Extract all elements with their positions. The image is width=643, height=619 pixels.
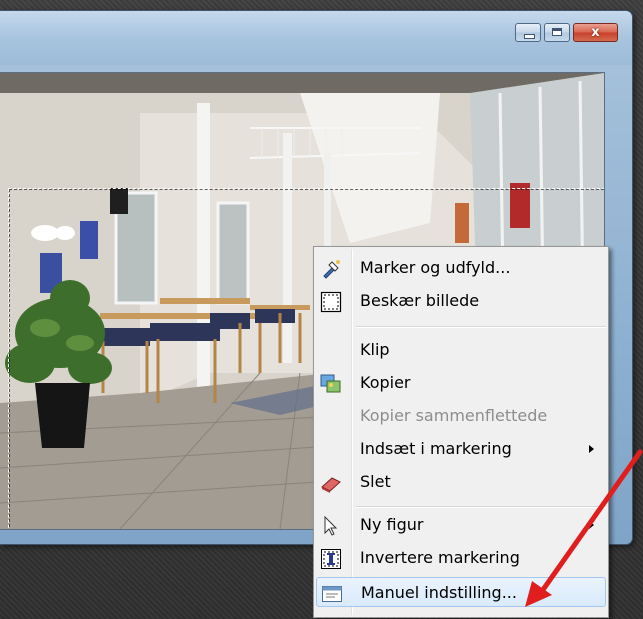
minimize-button[interactable]: [515, 23, 541, 42]
menu-separator: [356, 326, 606, 328]
menu-item-marker-og-udfyld[interactable]: Marker og udfyld...: [316, 253, 606, 283]
context-menu: Marker og udfyld... Beskær billede Klip …: [313, 246, 609, 618]
minimize-icon: [524, 34, 535, 39]
magic-wand-fill-icon: [323, 260, 340, 279]
maximize-button[interactable]: [544, 23, 570, 42]
menu-separator: [356, 506, 606, 508]
menu-item-label: Beskær billede: [360, 291, 480, 310]
menu-item-invertere-markering[interactable]: Invertere markering: [316, 543, 606, 573]
maximize-icon: [552, 28, 562, 36]
menu-item-label: Klip: [360, 340, 390, 359]
menu-item-slet[interactable]: Slet: [316, 467, 606, 497]
menu-item-label: Ny figur: [360, 515, 424, 534]
menu-item-label: Invertere markering: [360, 548, 520, 567]
eraser-icon: [321, 477, 341, 493]
menu-item-label: Indsæt i markering: [360, 439, 512, 458]
crop-selection-icon: [320, 291, 342, 313]
submenu-arrow-icon: [589, 521, 594, 529]
menu-item-label: Slet: [360, 472, 391, 491]
title-bar[interactable]: x: [0, 11, 632, 65]
menu-item-beskaer-billede[interactable]: Beskær billede: [316, 286, 606, 316]
submenu-arrow-icon: [589, 445, 594, 453]
menu-item-label: Marker og udfyld...: [360, 258, 511, 277]
menu-item-kopier-sammenflettede[interactable]: Kopier sammenflettede: [316, 401, 606, 431]
close-button[interactable]: x: [573, 23, 618, 42]
menu-item-klip[interactable]: Klip: [316, 335, 606, 365]
invert-selection-icon: [321, 549, 341, 569]
menu-item-kopier[interactable]: Kopier: [316, 368, 606, 398]
window-settings-icon: [322, 586, 342, 602]
menu-item-label: Kopier sammenflettede: [360, 406, 548, 425]
menu-item-label: Kopier: [360, 373, 411, 392]
menu-item-label: Manuel indstilling...: [361, 583, 517, 602]
menu-item-ny-figur[interactable]: Ny figur: [316, 510, 606, 540]
menu-item-manuel-indstilling[interactable]: Manuel indstilling...: [316, 577, 606, 607]
caption-buttons: x: [512, 23, 618, 42]
copy-images-icon: [320, 374, 341, 393]
cursor-arrow-icon: [324, 515, 338, 536]
close-icon: x: [591, 25, 600, 40]
menu-item-indsaet-i-markering[interactable]: Indsæt i markering: [316, 434, 606, 464]
